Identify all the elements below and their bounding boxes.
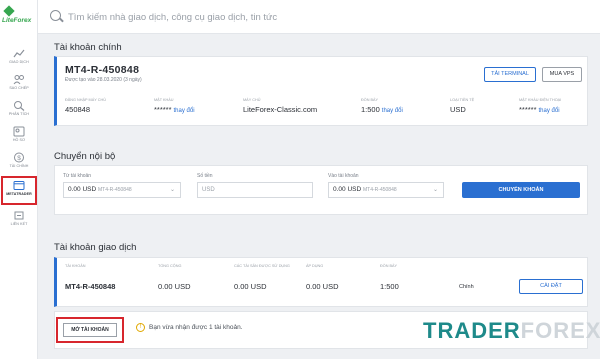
field-value: ****** [154, 105, 172, 114]
field-value: USD [450, 105, 466, 114]
main-account-title: Tài khoản chính [54, 42, 122, 53]
sidebar-item-label: SAO CHÉP [9, 86, 29, 90]
available-cell: 0.00 USD [306, 282, 339, 291]
sidebar-item-metatrader[interactable]: METATRADER [1, 176, 37, 205]
sidebar-item-label: GIAO DỊCH [9, 60, 29, 64]
analytics-icon [13, 100, 25, 111]
column-header: Áp dụng [306, 264, 324, 268]
to-balance: 0.00 USD [333, 186, 362, 193]
download-terminal-button[interactable]: TẢI TERMINAL [484, 67, 536, 82]
svg-text:$: $ [17, 155, 21, 162]
search-icon [50, 10, 61, 21]
server-login-field: Đăng nhập máy chủ 450848 [65, 98, 106, 114]
field-label: Máy chủ [243, 98, 261, 102]
used-cell: 0.00 USD [234, 282, 267, 291]
sidebar-item-analytics[interactable]: PHÂN TÍCH [0, 98, 38, 124]
affiliate-link-icon [13, 210, 25, 221]
account-cell: MT4-R-450848 [65, 282, 116, 291]
field-value: 1:500 [361, 105, 380, 114]
total-cell: 0.00 USD [158, 282, 191, 291]
top-search-bar [38, 0, 600, 34]
metatrader-window-icon [13, 180, 25, 191]
column-header: Các tài sản được sử dụng [234, 264, 290, 268]
sidebar-item-trading[interactable]: GIAO DỊCH [0, 46, 38, 72]
field-label: Mật khẩu điện thoại [519, 98, 562, 102]
sidebar: LiteForex GIAO DỊCH SAO CHÉP PHÂN TÍCH H… [0, 0, 38, 359]
open-account-highlight: MỞ TÀI KHOẢN [56, 317, 124, 343]
from-account-select[interactable]: 0.00 USD MT4-R-450848 ⌄ [63, 182, 181, 198]
field-value: 450848 [65, 105, 91, 114]
liteforex-logo[interactable]: LiteForex [2, 5, 36, 28]
server-field: Máy chủ LiteForex-Classic.com [243, 98, 317, 114]
phone-password-field: Mật khẩu điện thoại ****** thay đổi [519, 98, 561, 114]
copy-people-icon [13, 74, 25, 85]
from-balance: 0.00 USD [68, 186, 97, 193]
amount-input[interactable]: USD [197, 182, 313, 198]
main-account-created: Được tạo vào 28.03.2020 (3 ngày) [65, 77, 142, 83]
leverage-cell: 1:500 [380, 282, 399, 291]
column-header: Đòn bẩy [380, 264, 398, 268]
field-value: LiteForex-Classic.com [243, 105, 318, 114]
chevron-down-icon: ⌄ [169, 187, 175, 193]
account-notice: Bạn vừa nhận được 1 tài khoản. [149, 324, 243, 331]
logo-mark-icon [3, 5, 15, 17]
trading-chart-icon [13, 48, 25, 59]
trading-accounts-title: Tài khoản giao dịch [54, 242, 137, 253]
account-type-cell: Chính [459, 284, 474, 290]
traderforex-watermark: TRADERFOREX [423, 318, 600, 343]
main-account-name: MT4-R-450848 [65, 64, 140, 76]
change-leverage-link[interactable]: thay đổi [382, 108, 403, 114]
from-account-label: Từ tài khoản [63, 173, 92, 179]
finance-dollar-icon: $ [13, 152, 25, 163]
sidebar-item-profile[interactable]: HỒ SƠ [0, 124, 38, 150]
chevron-down-icon: ⌄ [432, 187, 438, 193]
change-phone-password-link[interactable]: thay đổi [539, 108, 560, 114]
transfer-submit-button[interactable]: CHUYỂN KHOẢN [462, 182, 580, 198]
change-password-link[interactable]: thay đổi [174, 108, 195, 114]
currency-field: Loại tiền tệ USD [450, 98, 474, 114]
field-label: Mật khẩu [154, 98, 174, 102]
sidebar-item-label: TÀI CHÍNH [9, 164, 29, 168]
open-account-button[interactable]: MỞ TÀI KHOẢN [63, 323, 117, 337]
buy-vps-button[interactable]: MUA VPS [542, 67, 582, 82]
main-account-card: MT4-R-450848 Được tạo vào 28.03.2020 (3 … [54, 56, 588, 126]
field-value: ****** [519, 105, 537, 114]
profile-icon [13, 126, 25, 137]
transfer-title: Chuyển nội bộ [54, 151, 116, 162]
column-header: Tổng cộng [158, 264, 182, 268]
to-account-id: MT4-R-450848 [363, 187, 397, 193]
transfer-card: Từ tài khoản 0.00 USD MT4-R-450848 ⌄ Số … [54, 165, 588, 215]
trading-accounts-table: Tài khoản Tổng cộng Các tài sản được sử … [54, 257, 588, 307]
field-label: Đăng nhập máy chủ [65, 98, 106, 102]
field-label: Đòn bẩy [361, 98, 379, 102]
field-label: Loại tiền tệ [450, 98, 475, 102]
from-account-id: MT4-R-450848 [98, 187, 132, 193]
sidebar-item-copy[interactable]: SAO CHÉP [0, 72, 38, 98]
sidebar-item-label: HỒ SƠ [12, 138, 26, 142]
sidebar-item-affiliate[interactable]: LIÊN KẾT [0, 208, 38, 234]
sidebar-item-finance[interactable]: $ TÀI CHÍNH [0, 150, 38, 176]
sidebar-item-label: PHÂN TÍCH [8, 112, 30, 116]
leverage-field: Đòn bẩy 1:500 thay đổi [361, 98, 403, 114]
account-settings-button[interactable]: CÀI ĐẶT [519, 279, 583, 294]
search-input[interactable] [68, 8, 568, 26]
amount-label: Số tiền [197, 173, 213, 179]
to-account-select[interactable]: 0.00 USD MT4-R-450848 ⌄ [328, 182, 444, 198]
info-warning-icon: ! [136, 323, 145, 332]
to-account-label: Vào tài khoản [328, 173, 359, 179]
password-field: Mật khẩu ****** thay đổi [154, 98, 195, 114]
sidebar-item-label: LIÊN KẾT [10, 222, 28, 226]
logo-text: LiteForex [2, 17, 32, 24]
sidebar-item-label: METATRADER [6, 192, 32, 196]
open-account-bar: MỞ TÀI KHOẢN ! Bạn vừa nhận được 1 tài k… [54, 311, 600, 349]
column-header: Tài khoản [65, 264, 86, 268]
